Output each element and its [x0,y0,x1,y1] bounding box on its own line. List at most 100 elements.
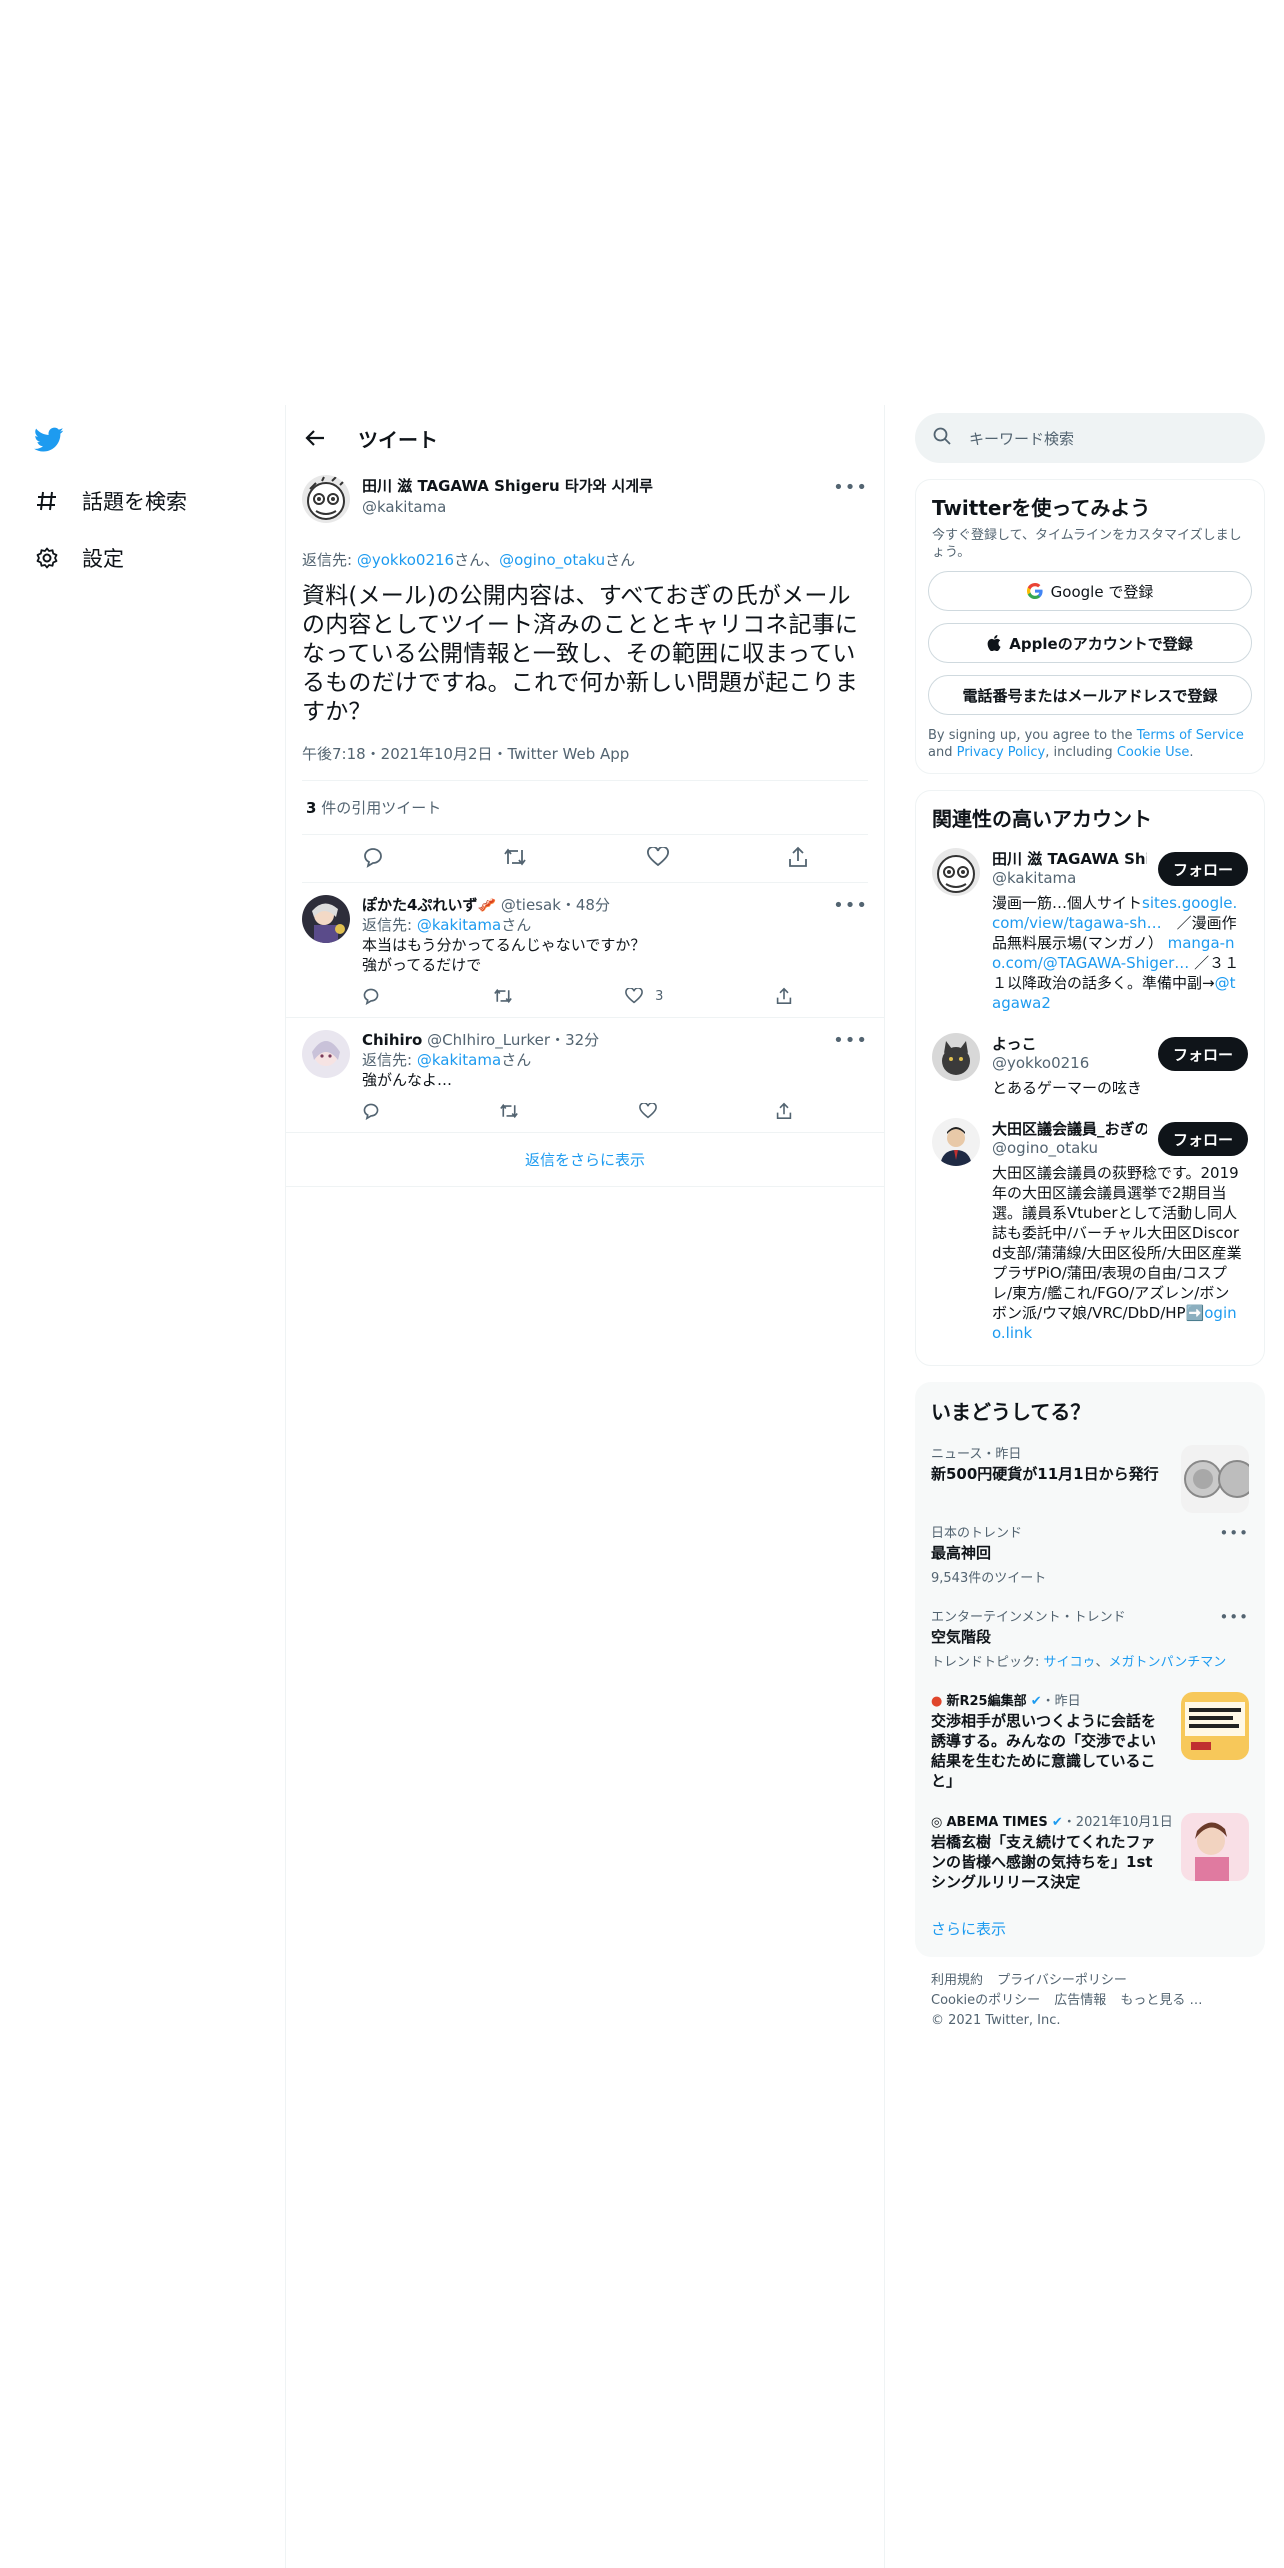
footer-privacy-link[interactable]: プライバシーポリシー [997,1973,1127,1988]
reply-author-handle[interactable]: @ChIhiro_Lurker [427,1031,550,1049]
account-name[interactable]: 大田区議会議員_おぎの稔 [992,1118,1147,1139]
google-icon [1026,583,1043,599]
privacy-link[interactable]: Privacy Policy [957,745,1046,760]
footer-more-link[interactable]: もっと見る … [1120,1993,1202,2008]
reply-author-name[interactable]: ぽかた4ぷれいず🥓 [362,896,496,914]
search-input[interactable]: キーワード検索 [969,428,1074,449]
reply-author-name[interactable]: Chihiro [362,1031,422,1049]
reply-icon[interactable] [362,1102,380,1120]
search-icon [933,427,951,449]
related-accounts-card: 関連性の高いアカウント 田川 滋 TAGAWA Shigeru 타가와 시게루 … [915,790,1265,1366]
more-options-icon[interactable]: ••• [833,895,868,916]
retweet-icon[interactable] [503,846,527,872]
nav-settings[interactable]: 設定 [34,538,124,578]
reply-author-handle[interactable]: @tiesak [501,896,561,914]
trend-item[interactable]: ● 新R25編集部 ✔・昨日 交渉相手が思いつくように会話を誘導する。みんなの「… [927,1680,1253,1801]
share-icon[interactable] [776,987,792,1005]
avatar[interactable] [302,475,350,523]
reply-tweet[interactable]: ぽかた4ぷれいず🥓 @tiesak・48分 返信先: @kakitamaさん 本… [286,883,884,1018]
more-options-icon[interactable]: ••• [833,477,868,498]
trend-item[interactable]: ニュース・昨日 新500円硬貨が11月1日から発行 [927,1433,1253,1513]
more-options-icon[interactable]: ••• [1219,1524,1249,1542]
follow-button[interactable]: フォロー [1158,1037,1248,1071]
account-bio: 漫画一筋…個人サイトsites.google.com/view/tagawa-s… [992,893,1242,1013]
google-signup-label: Google で登録 [1050,582,1154,601]
trend-title: 岩橋玄樹「支え続けてくれたファンの皆様へ感謝の気持ちを」1stシングルリリース決… [931,1833,1156,1891]
bio-text: 漫画一筋…個人サイト [992,894,1143,912]
reply-header: Chihiro @ChIhiro_Lurker・32分 [362,1030,868,1050]
trends-card: いまどうしてる？ ニュース・昨日 新500円硬貨が11月1日から発行 日本のトレ… [915,1382,1265,1957]
reply-tweet[interactable]: Chihiro @ChIhiro_Lurker・32分 返信先: @kakita… [286,1018,884,1133]
apple-signup-label: Appleのアカウントで登録 [1009,634,1193,653]
reply-time[interactable]: ・48分 [561,896,610,914]
apple-icon [987,635,1001,651]
avatar[interactable] [302,1030,350,1078]
hashtag-icon [34,488,60,514]
account-name[interactable]: 田川 滋 TAGAWA Shigeru 타가와 시게루 [992,848,1147,869]
topics-prefix: トレンドトピック: [931,1655,1044,1670]
footer-terms-link[interactable]: 利用規約 [931,1973,983,1988]
nav-explore[interactable]: 話題を検索 [34,481,187,521]
verified-icon: ✔ [1051,1815,1063,1830]
show-more-replies-button[interactable]: 返信をさらに表示 [286,1133,884,1187]
trend-item[interactable]: 日本のトレンド 最高神回 9,543件のツイート ••• [927,1512,1253,1596]
account-item[interactable]: 田川 滋 TAGAWA Shigeru 타가와 시게루 @kakitama 漫画… [928,838,1252,1023]
avatar[interactable] [302,895,350,943]
account-name[interactable]: よっこ [992,1033,1147,1054]
tweet-author-handle[interactable]: @kakitama [362,497,653,517]
tweet-author-row: 田川 滋 TAGAWA Shigeru 타가와 시게루 @kakitama ••… [302,475,868,535]
cookie-link[interactable]: Cookie Use [1117,745,1190,760]
tweet-author-name[interactable]: 田川 滋 TAGAWA Shigeru 타가와 시게루 [362,475,653,497]
account-bio: とあるゲーマーの呟き [992,1079,1143,1097]
retweet-icon[interactable] [499,1102,519,1120]
trend-item[interactable]: ◎ ABEMA TIMES ✔・2021年10月1日 岩橋玄樹「支え続けてくれた… [927,1801,1253,1902]
google-signup-button[interactable]: Google で登録 [928,571,1252,611]
replying-prefix: 返信先: [302,551,357,569]
mention-link[interactable]: @kakitama [417,1051,501,1069]
tweet-timestamp[interactable]: 午後7:18・2021年10月2日・Twitter Web App [302,743,868,781]
reply-actions: 3 [362,987,792,1005]
mention-link[interactable]: @kakitama [417,916,501,934]
avatar[interactable] [932,1033,980,1081]
footer-cookie-link[interactable]: Cookieのポリシー [931,1993,1040,2008]
nav-settings-label: 設定 [82,547,124,571]
reply-time[interactable]: ・32分 [550,1031,599,1049]
reply-icon[interactable] [362,846,384,872]
like-icon [625,988,643,1004]
like-button[interactable]: 3 [625,987,663,1005]
like-icon[interactable] [646,845,669,871]
more-options-icon[interactable]: ••• [833,1030,868,1051]
twitter-logo-icon[interactable] [34,427,66,455]
follow-button[interactable]: フォロー [1158,1122,1248,1156]
terms-link[interactable]: Terms of Service [1137,728,1244,743]
mention-link[interactable]: @yokko0216 [357,551,454,569]
replying-to: 返信先: @kakitamaさん [362,915,868,935]
avatar[interactable] [932,1118,980,1166]
quote-tweets-link[interactable]: 3 件の引用ツイート [302,781,868,835]
follow-button[interactable]: フォロー [1158,852,1248,886]
share-icon[interactable] [788,846,808,872]
phone-email-signup-button[interactable]: 電話番号またはメールアドレスで登録 [928,675,1252,715]
avatar[interactable] [932,848,980,896]
mention-link[interactable]: @ogino_otaku [499,551,605,569]
search-box[interactable]: キーワード検索 [915,413,1265,463]
reply-icon[interactable] [362,987,380,1005]
trend-item[interactable]: エンターテインメント・トレンド 空気階段 トレンドトピック: サイコゥ、メガトン… [927,1596,1253,1680]
topic-link[interactable]: メガトンパンチマン [1109,1655,1227,1670]
account-item[interactable]: 大田区議会議員_おぎの稔 @ogino_otaku 大田区議会議員の荻野稔です。… [928,1108,1252,1353]
replying-suffix: さん、 [454,551,500,569]
topic-link[interactable]: サイコゥ [1044,1655,1096,1670]
account-item[interactable]: よっこ @yokko0216 とあるゲーマーの呟き フォロー [928,1023,1252,1108]
trends-show-more-link[interactable]: さらに表示 [927,1902,1253,1945]
apple-signup-button[interactable]: Appleのアカウントで登録 [928,623,1252,663]
like-icon[interactable] [638,1102,657,1120]
main-column: ツイート 田川 滋 TAGAWA Shigeru 타가와 시게루 @kakita… [285,405,885,2568]
reply-header: ぽかた4ぷれいず🥓 @tiesak・48分 [362,895,868,915]
more-options-icon[interactable]: ••• [1219,1608,1249,1626]
source-logo-icon: ● [931,1694,943,1709]
footer-ads-link[interactable]: 広告情報 [1054,1993,1106,2008]
retweet-icon[interactable] [493,987,513,1005]
quote-count: 3 [306,799,317,817]
back-arrow-icon[interactable] [302,425,328,451]
share-icon[interactable] [776,1102,792,1120]
